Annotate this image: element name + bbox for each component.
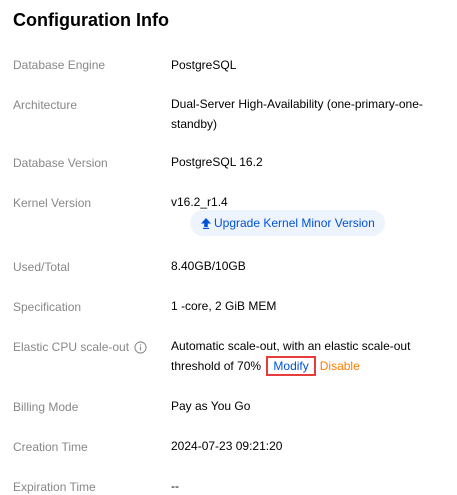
specification-label: Specification (13, 300, 82, 314)
upgrade-kernel-label: Upgrade Kernel Minor Version (214, 216, 375, 230)
used-total-label: Used/Total (13, 260, 70, 274)
configuration-info-panel: Configuration Info Database Engine Postg… (0, 0, 457, 495)
modify-link[interactable]: Modify (266, 356, 316, 376)
database-engine-label: Database Engine (13, 58, 106, 72)
creation-time-label: Creation Time (13, 440, 88, 454)
kernel-version-value: v16.2_r1.4 (171, 195, 228, 209)
billing-mode-label: Billing Mode (13, 400, 79, 414)
used-total-value: 8.40GB/10GB (171, 259, 246, 273)
elastic-cpu-label: Elastic CPU scale-out (13, 340, 130, 354)
elastic-cpu-value: Automatic scale-out, with an elastic sca… (171, 336, 441, 376)
elastic-cpu-label-wrap: Elastic CPU scale-out (13, 339, 147, 355)
architecture-label: Architecture (13, 98, 78, 112)
arrow-up-icon (201, 218, 211, 229)
section-title: Configuration Info (13, 10, 169, 30)
database-version-label: Database Version (13, 156, 108, 170)
upgrade-kernel-minor-version-button[interactable]: Upgrade Kernel Minor Version (190, 210, 385, 236)
disable-link[interactable]: Disable (320, 359, 360, 373)
expiration-time-label: Expiration Time (13, 480, 96, 494)
info-icon[interactable] (134, 341, 147, 354)
database-engine-value: PostgreSQL (171, 58, 237, 72)
creation-time-value: 2024-07-23 09:21:20 (171, 439, 283, 453)
database-version-value: PostgreSQL 16.2 (171, 155, 263, 169)
architecture-value: Dual-Server High-Availability (one-prima… (171, 97, 423, 131)
kernel-version-label: Kernel Version (13, 196, 92, 210)
expiration-time-value: -- (171, 479, 179, 493)
specification-value: 1 -core, 2 GiB MEM (171, 299, 277, 313)
billing-mode-value: Pay as You Go (171, 399, 251, 413)
